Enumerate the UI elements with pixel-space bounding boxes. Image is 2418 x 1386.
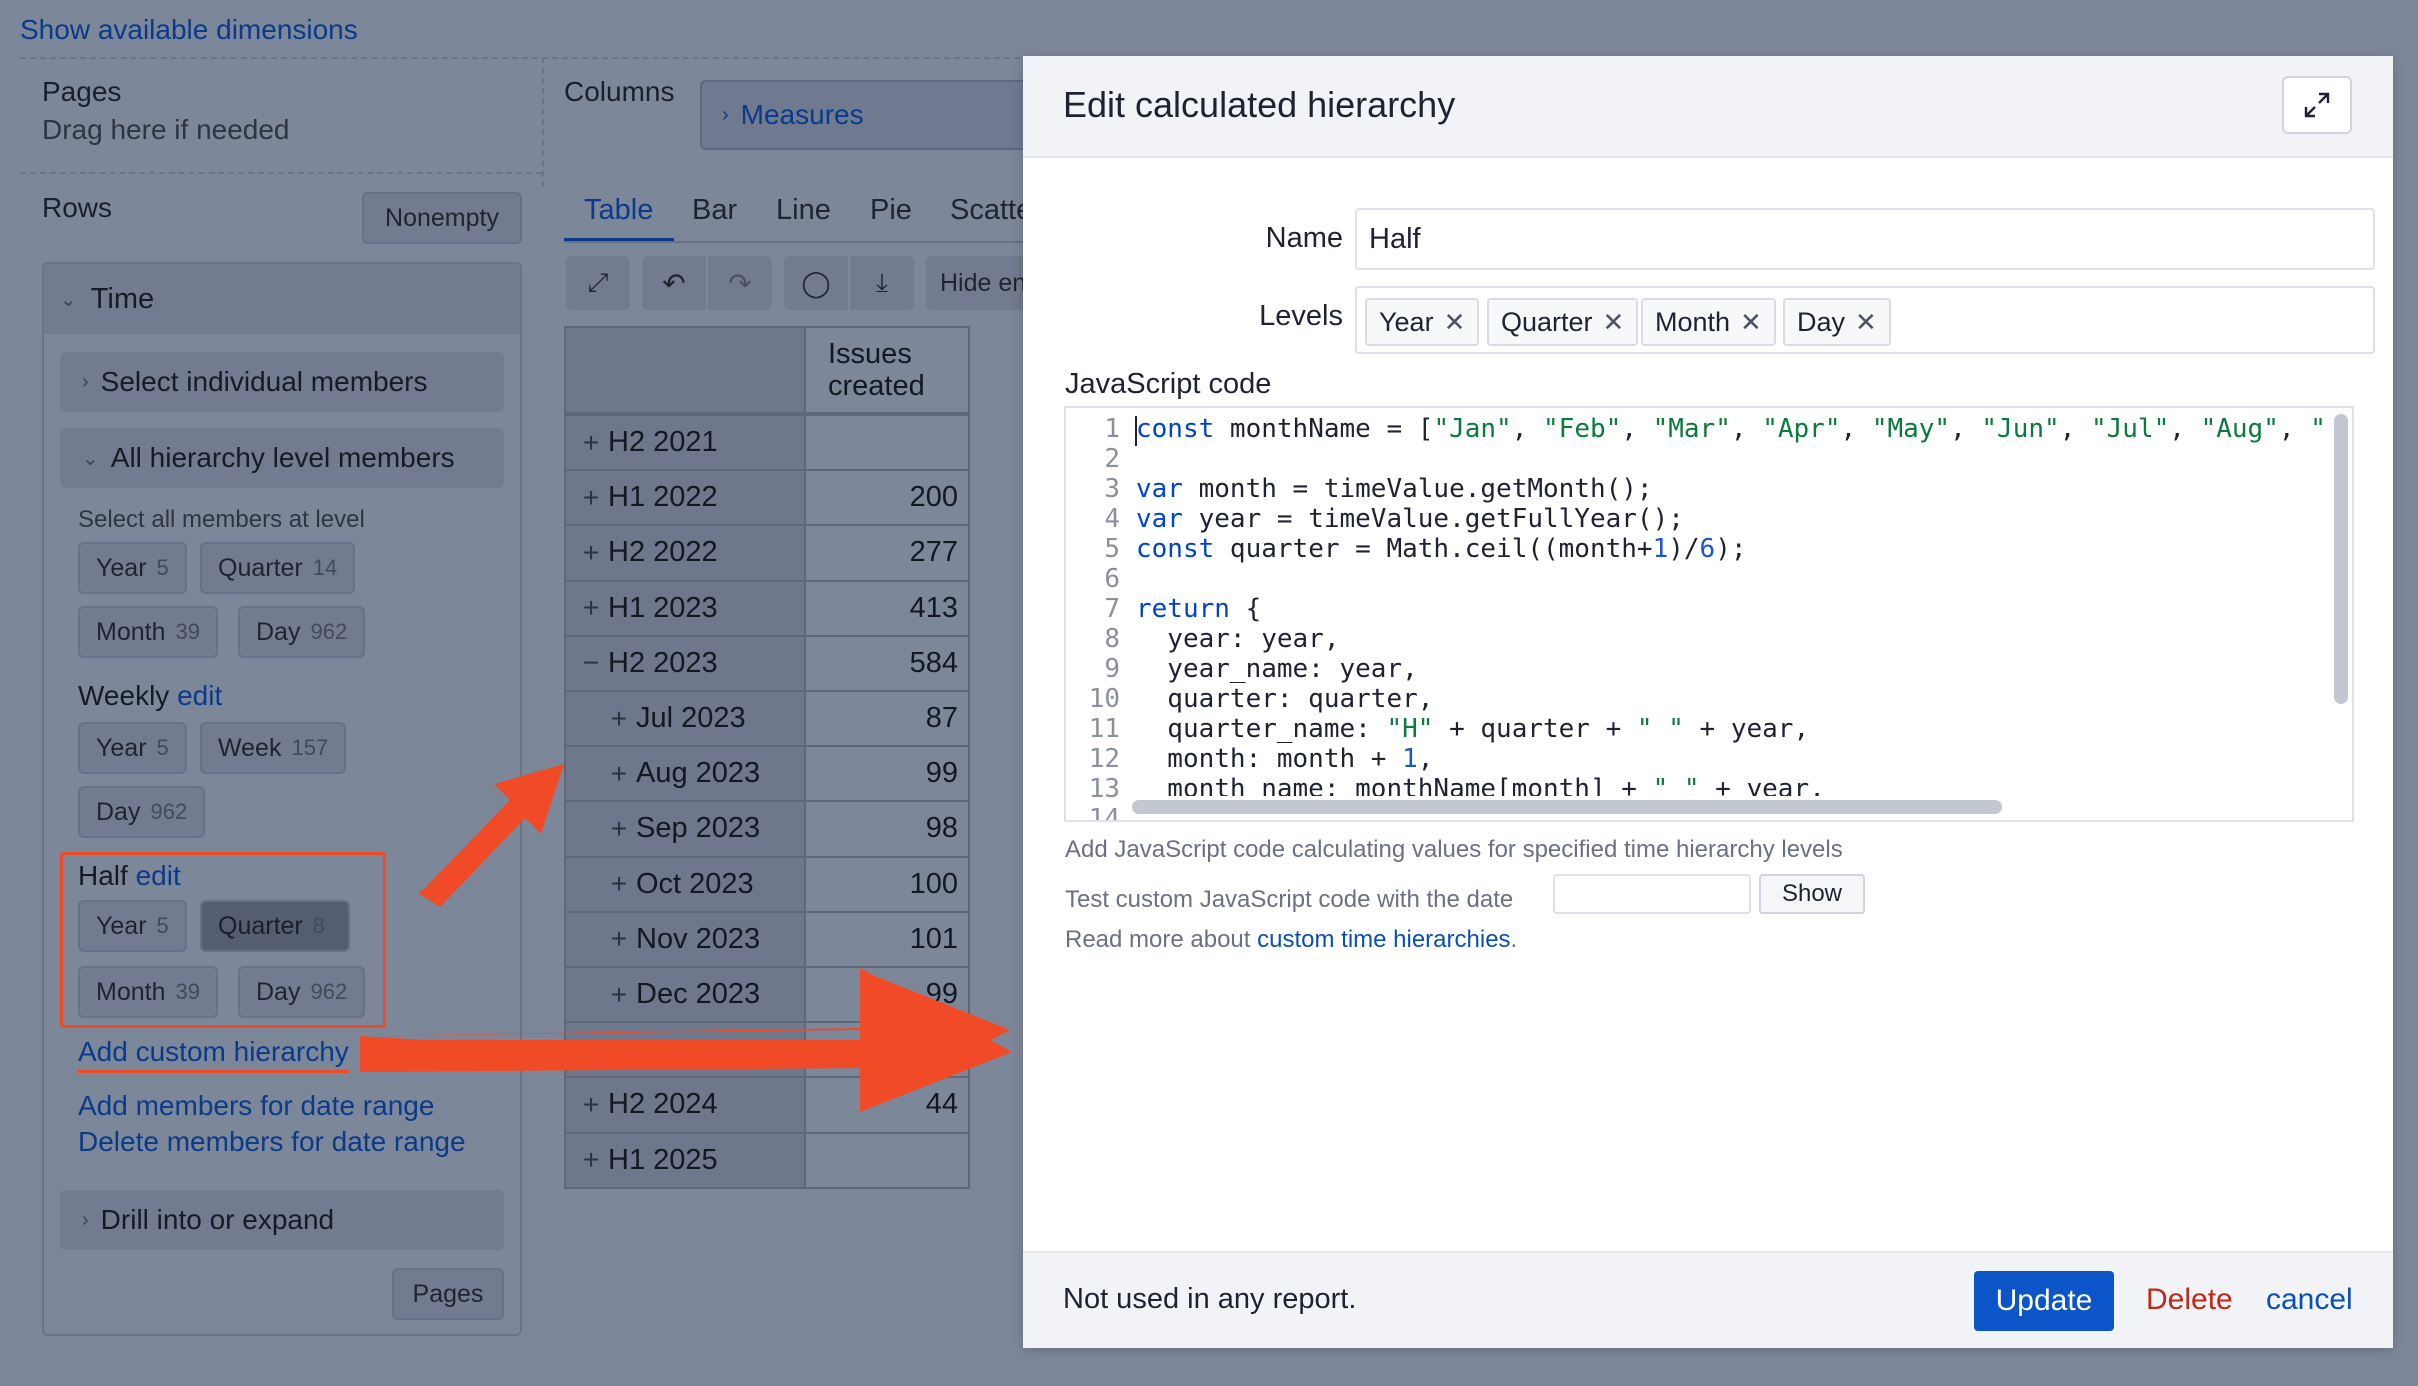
- code-line: month_name: monthName[month] + " " + yea…: [1136, 774, 1825, 796]
- read-more-suffix: .: [1510, 926, 1518, 953]
- code-line: year: year,: [1136, 624, 1340, 654]
- cancel-button[interactable]: cancel: [2266, 1283, 2353, 1317]
- code-hint: Add JavaScript code calculating values f…: [1065, 836, 1843, 863]
- custom-hierarchies-link[interactable]: custom time hierarchies: [1257, 926, 1510, 953]
- code-line: return {: [1136, 594, 1262, 624]
- level-tag-day: Day ✕: [1783, 298, 1891, 346]
- code-line: month: month + 1,: [1136, 744, 1434, 774]
- levels-label: Levels: [1259, 300, 1343, 332]
- update-button[interactable]: Update: [1974, 1271, 2114, 1331]
- edit-hierarchy-dialog: Edit calculated hierarchy Name Half Leve…: [1023, 56, 2393, 1348]
- tag-label: Year: [1379, 306, 1434, 337]
- delete-button[interactable]: Delete: [2146, 1283, 2233, 1317]
- level-tag-month: Month ✕: [1641, 298, 1776, 346]
- code-line: const monthName = ["Jan", "Feb", "Mar", …: [1136, 414, 2326, 444]
- code-line: year_name: year,: [1136, 654, 1418, 684]
- expand-button[interactable]: [2282, 76, 2352, 134]
- show-button[interactable]: Show: [1759, 874, 1865, 914]
- read-more: Read more about custom time hierarchies.: [1065, 926, 1517, 954]
- remove-icon[interactable]: ✕: [1740, 307, 1762, 338]
- tag-label: Day: [1797, 306, 1846, 337]
- remove-icon[interactable]: ✕: [1855, 307, 1877, 338]
- tag-label: Quarter: [1501, 306, 1593, 337]
- level-tag-quarter: Quarter ✕: [1487, 298, 1639, 346]
- vertical-scrollbar[interactable]: [2334, 414, 2348, 704]
- tag-label: Month: [1655, 306, 1731, 337]
- expand-icon: [2304, 92, 2330, 118]
- level-tag-year: Year ✕: [1365, 298, 1480, 346]
- horizontal-scrollbar[interactable]: [1132, 800, 2002, 814]
- code-line: quarter_name: "H" + quarter + " " + year…: [1136, 714, 1810, 744]
- footer-status: Not used in any report.: [1063, 1283, 1357, 1315]
- levels-input[interactable]: Year ✕ Quarter ✕ Month ✕ Day ✕: [1355, 286, 2375, 354]
- arrow-horizontal-shaft: [360, 1040, 872, 1072]
- code-editor[interactable]: 1 2 3 4 5 6 7 8 9 10 11 12 13 14 const monthName = ["…: [1064, 406, 2354, 822]
- annotation-arrows: [360, 764, 1012, 1112]
- dialog-title: Edit calculated hierarchy: [1063, 84, 1456, 125]
- remove-icon[interactable]: ✕: [1603, 307, 1625, 338]
- code-line: var year = timeValue.getFullYear();: [1136, 504, 1684, 534]
- code-line: const quarter = Math.ceil((month+1)/6);: [1136, 534, 1747, 564]
- dialog-header: Edit calculated hierarchy: [1023, 56, 2393, 158]
- arrow-horizontal-head: [860, 968, 1012, 1112]
- line-number: 14: [1088, 804, 1120, 822]
- code-line: var month = timeValue.getMonth();: [1136, 474, 1653, 504]
- code-line: quarter: quarter,: [1136, 684, 1434, 714]
- code-label: JavaScript code: [1065, 368, 1272, 400]
- test-label: Test custom JavaScript code with the dat…: [1065, 886, 1514, 913]
- name-input[interactable]: Half: [1355, 208, 2375, 270]
- remove-icon[interactable]: ✕: [1444, 307, 1466, 338]
- name-label: Name: [1265, 222, 1343, 254]
- code-area: const monthName = ["Jan", "Feb", "Mar", …: [1066, 408, 2328, 796]
- read-more-prefix: Read more about: [1065, 926, 1251, 953]
- dialog-footer: Not used in any report. Update Delete ca…: [1023, 1251, 2393, 1348]
- test-date-input[interactable]: [1553, 874, 1751, 914]
- arrow-diagonal: [418, 764, 564, 907]
